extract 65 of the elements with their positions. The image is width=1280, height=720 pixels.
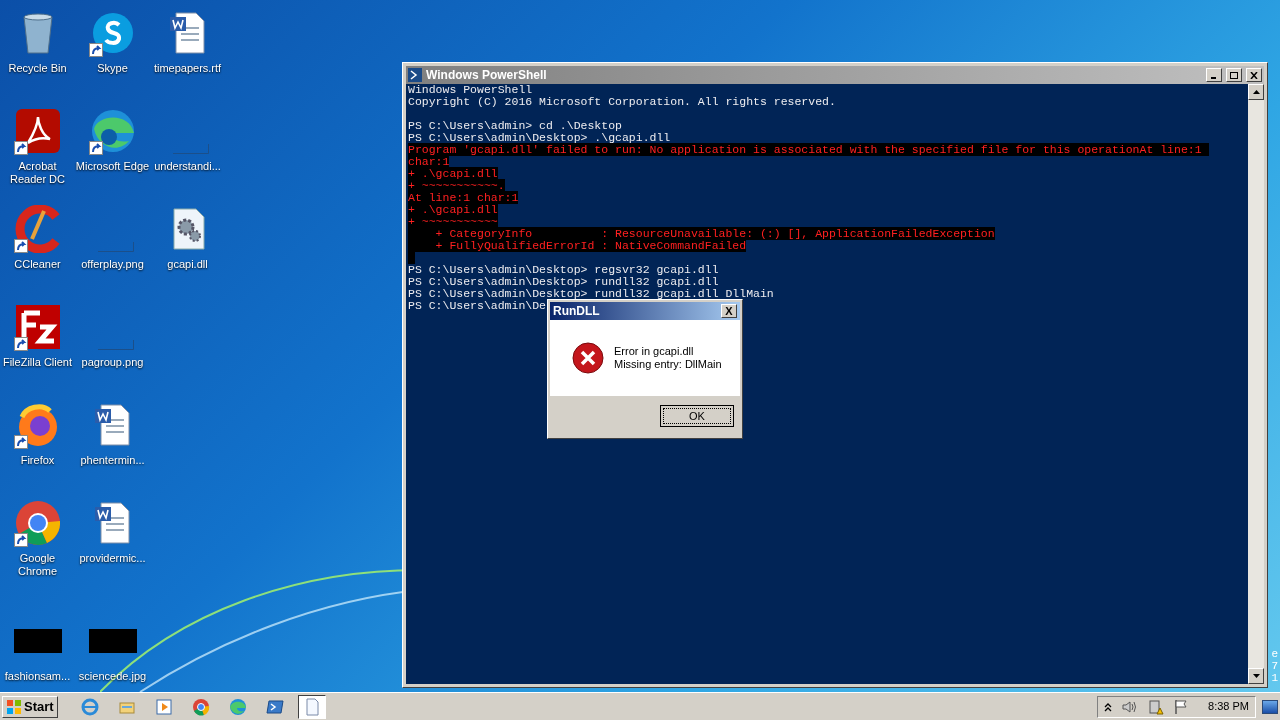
- acrobat-icon: [13, 107, 62, 155]
- desktop-icon-label[interactable]: gcapi.dll: [150, 258, 225, 271]
- internet-explorer-icon[interactable]: [80, 697, 99, 716]
- close-icon: [1250, 71, 1258, 79]
- dialog-message: Error in gcapi.dll: [614, 345, 695, 358]
- ccleaner-icon: [13, 205, 62, 253]
- error-icon: [572, 342, 604, 374]
- windows-logo-icon: [6, 698, 22, 715]
- powershell-icon: [408, 68, 422, 82]
- console-line: PS C:\Users\admin\Desktop> .\gcapi.dll: [408, 131, 671, 144]
- console-line: PS C:\Users\admin\Desktop> rundll32 gcapi.dll DllMain: [408, 287, 774, 300]
- desktop-icon-label[interactable]: Recycle Bin: [0, 62, 75, 75]
- desktop-icon-label[interactable]: Skype: [75, 62, 150, 75]
- desktop-icon-label[interactable]: Firefox: [0, 454, 75, 467]
- powershell-icon[interactable]: [265, 697, 284, 716]
- desktop-icon-label[interactable]: sciencede.jpg: [75, 670, 150, 683]
- window-edge-text: 1: [1271, 672, 1278, 684]
- speaker-icon[interactable]: [1122, 699, 1139, 714]
- desktop-icon-label[interactable]: providermic...: [75, 552, 150, 565]
- console-line: Copyright (C) 2016 Microsoft Corporation. All rights reserved.: [408, 95, 836, 108]
- minimize-button[interactable]: [1206, 68, 1222, 82]
- scroll-down-button[interactable]: [1248, 668, 1264, 684]
- dialog-title: RunDLL: [553, 303, 600, 320]
- console-line: PS C:\Users\admin\De: [408, 299, 547, 312]
- ok-button[interactable]: OK: [660, 405, 734, 427]
- window-title: Windows PowerShell: [426, 67, 548, 84]
- desktop-icon-label[interactable]: understandi...: [150, 160, 225, 173]
- taskbar-button[interactable]: [297, 694, 326, 719]
- network-warning-icon[interactable]: [1148, 698, 1165, 715]
- desktop-icon-label[interactable]: Acrobat Reader DC: [0, 160, 75, 186]
- start-button[interactable]: Start: [2, 695, 58, 718]
- console-line: PS C:\Users\admin\Desktop> rundll32 gcapi.dll: [408, 275, 719, 288]
- console-line: PS C:\Users\admin> cd .\Desktop: [408, 119, 622, 132]
- desktop-icon-label[interactable]: timepapers.rtf: [150, 62, 225, 75]
- desktop-icon-label[interactable]: offerplay.png: [75, 258, 150, 271]
- chrome-icon: [13, 499, 62, 547]
- clock[interactable]: 8:38 PM: [1208, 698, 1249, 715]
- console-line: Windows PowerShell: [408, 84, 533, 96]
- media-player-icon[interactable]: [154, 697, 173, 716]
- maximize-icon: [1230, 71, 1238, 79]
- desktop-icon-label[interactable]: phentermin...: [75, 454, 150, 467]
- scrollbar[interactable]: [1248, 84, 1264, 684]
- desktop-icon-label[interactable]: fashionsam...: [0, 670, 75, 683]
- down-arrow-icon: [1252, 674, 1260, 678]
- filezilla-icon: [13, 303, 62, 351]
- desktop-icon-label[interactable]: Microsoft Edge: [75, 160, 150, 173]
- dialog-message: Missing entry: DllMain: [614, 358, 722, 371]
- window-edge-text: 7: [1271, 660, 1278, 672]
- close-button[interactable]: [1246, 68, 1262, 82]
- maximize-button[interactable]: [1226, 68, 1242, 82]
- desktop-icon-label[interactable]: CCleaner: [0, 258, 75, 271]
- edge-icon[interactable]: [228, 697, 247, 716]
- console-cursor-block: [408, 252, 415, 264]
- up-arrow-icon: [1252, 90, 1260, 94]
- console-line: PS C:\Users\admin\Desktop> regsvr32 gcapi.dll: [408, 263, 719, 276]
- scroll-up-button[interactable]: [1248, 84, 1264, 100]
- show-desktop-button[interactable]: [1262, 699, 1278, 714]
- desktop-icon-label[interactable]: Google Chrome: [0, 552, 75, 578]
- chrome-icon[interactable]: [191, 697, 210, 716]
- desktop-icon-label[interactable]: FileZilla Client: [0, 356, 75, 369]
- close-button[interactable]: X: [721, 304, 737, 318]
- flag-icon[interactable]: [1174, 698, 1189, 715]
- window-edge-text: e: [1271, 648, 1278, 660]
- chevron-up-icon[interactable]: [1104, 701, 1113, 712]
- desktop-icon-label[interactable]: pagroup.png: [75, 356, 150, 369]
